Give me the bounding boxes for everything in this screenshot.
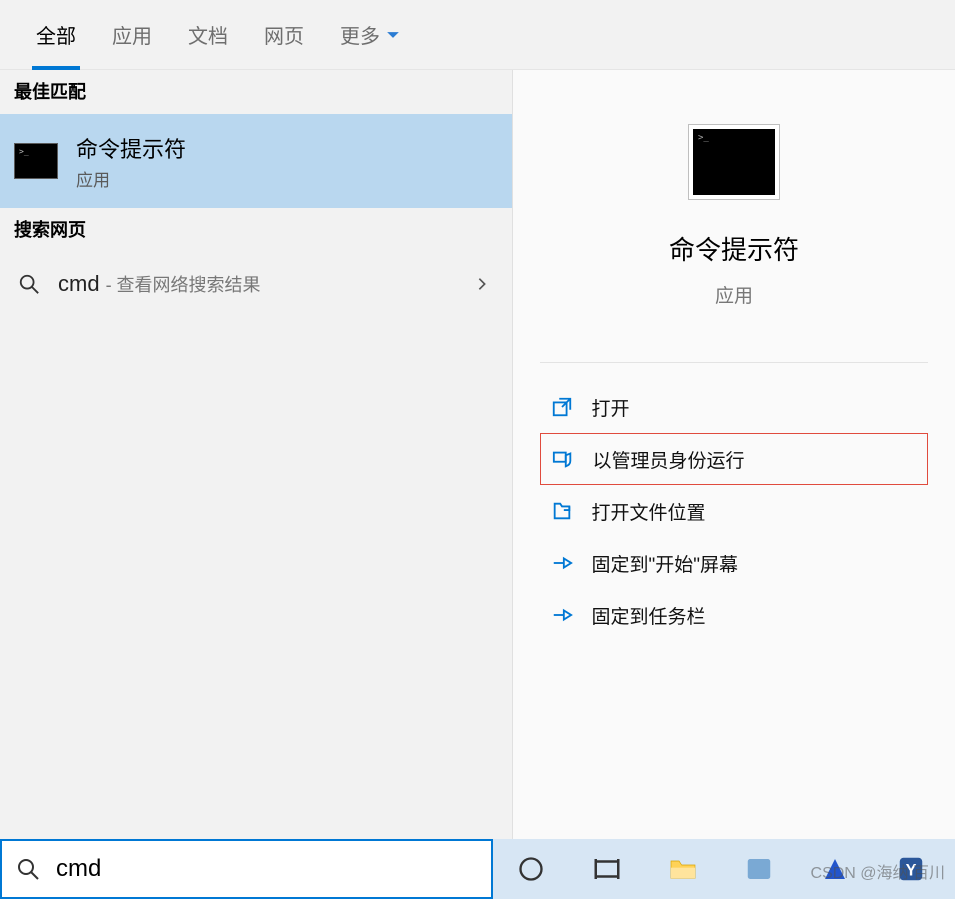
tab-label: 更多	[340, 20, 380, 49]
action-pin-start[interactable]: 固定到"开始"屏幕	[540, 537, 929, 589]
best-match-text: 命令提示符 应用	[76, 132, 186, 191]
divider	[540, 362, 929, 363]
pin-icon	[550, 603, 574, 627]
taskbar-taskview[interactable]	[589, 851, 625, 887]
tab-web[interactable]: 网页	[246, 0, 322, 70]
tab-more[interactable]: 更多	[322, 0, 418, 70]
taskview-icon	[592, 854, 622, 884]
search-bar[interactable]	[0, 839, 493, 899]
circle-icon	[517, 855, 545, 883]
tab-label: 网页	[264, 20, 304, 49]
action-run-as-admin[interactable]: 以管理员身份运行	[540, 433, 929, 485]
best-match-subtitle: 应用	[76, 166, 186, 191]
preview-panel: 命令提示符 应用 打开 以管理员身份运行 打开文件位置	[512, 70, 955, 839]
action-label: 以管理员身份运行	[593, 446, 745, 473]
tab-label: 应用	[112, 20, 152, 49]
taskbar-cortana[interactable]	[513, 851, 549, 887]
search-input[interactable]	[56, 855, 477, 883]
action-open-location[interactable]: 打开文件位置	[540, 485, 929, 537]
best-match-title: 命令提示符	[76, 132, 186, 164]
shield-icon	[551, 447, 575, 471]
best-match-item[interactable]: 命令提示符 应用	[0, 114, 512, 208]
action-label: 打开文件位置	[592, 498, 706, 525]
results-panel: 最佳匹配 命令提示符 应用 搜索网页 cmd - 查看网络搜索结果	[0, 70, 512, 839]
pin-icon	[550, 551, 574, 575]
preview-actions: 打开 以管理员身份运行 打开文件位置 固定到"开始"屏幕	[540, 381, 929, 641]
app-icon	[744, 854, 774, 884]
tab-label: 文档	[188, 20, 228, 49]
tab-docs[interactable]: 文档	[170, 0, 246, 70]
folder-open-icon	[550, 499, 574, 523]
tab-all[interactable]: 全部	[18, 0, 94, 70]
preview-thumbnail	[688, 124, 780, 200]
web-search-item[interactable]: cmd - 查看网络搜索结果	[0, 252, 512, 316]
section-best-match: 最佳匹配	[0, 70, 512, 114]
action-open[interactable]: 打开	[540, 381, 929, 433]
tab-apps[interactable]: 应用	[94, 0, 170, 70]
web-search-query: cmd	[58, 271, 100, 297]
app-icon: Y	[896, 854, 926, 884]
action-pin-taskbar[interactable]: 固定到任务栏	[540, 589, 929, 641]
section-search-web: 搜索网页	[0, 208, 512, 252]
taskbar-app-3[interactable]: Y	[893, 851, 929, 887]
search-icon	[16, 857, 40, 881]
chevron-down-icon	[386, 28, 400, 42]
web-search-hint: - 查看网络搜索结果	[106, 271, 261, 297]
cmd-icon	[14, 143, 58, 179]
svg-text:Y: Y	[906, 861, 917, 879]
preview-title: 命令提示符	[669, 230, 799, 267]
preview-subtitle: 应用	[715, 281, 753, 308]
action-label: 固定到任务栏	[592, 602, 706, 629]
search-filter-tabs: 全部 应用 文档 网页 更多	[0, 0, 955, 70]
action-label: 打开	[592, 394, 630, 421]
taskbar-explorer[interactable]	[665, 851, 701, 887]
taskbar: Y	[493, 839, 955, 899]
chevron-right-icon	[474, 276, 490, 292]
open-icon	[550, 395, 574, 419]
taskbar-app-2[interactable]	[817, 851, 853, 887]
taskbar-app-1[interactable]	[741, 851, 777, 887]
action-label: 固定到"开始"屏幕	[592, 550, 739, 577]
tab-label: 全部	[36, 20, 76, 49]
folder-icon	[667, 853, 699, 885]
app-icon	[820, 854, 850, 884]
search-icon	[18, 273, 40, 295]
